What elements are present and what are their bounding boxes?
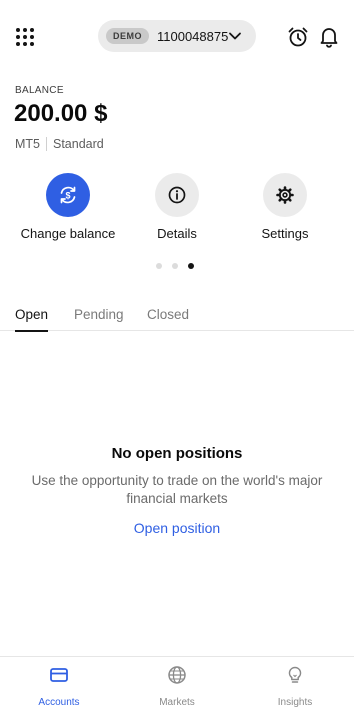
top-bar: DEMO 1100048875 xyxy=(0,18,354,54)
account-actions: $ Change balance Details Settings xyxy=(0,173,354,243)
demo-badge: DEMO xyxy=(106,28,149,44)
grid-menu-icon[interactable] xyxy=(16,28,34,46)
change-balance-label: Change balance xyxy=(20,226,116,241)
nav-accounts[interactable]: Accounts xyxy=(0,665,118,708)
details-label: Details xyxy=(157,226,197,241)
balance-value: 200.00 $ xyxy=(14,100,108,127)
chevron-down-icon xyxy=(229,32,241,40)
change-balance-icon: $ xyxy=(46,173,90,217)
settings-button[interactable]: Settings xyxy=(230,173,340,241)
nav-insights-label: Insights xyxy=(277,697,313,708)
nav-markets-label: Markets xyxy=(159,697,195,708)
positions-tabs: Open Pending Closed xyxy=(0,303,354,332)
bell-icon[interactable] xyxy=(319,26,339,48)
carousel-dot[interactable] xyxy=(156,263,162,269)
open-position-link[interactable]: Open position xyxy=(0,520,354,536)
change-balance-button[interactable]: $ Change balance xyxy=(13,173,123,241)
balance-label: BALANCE xyxy=(15,85,64,96)
globe-icon xyxy=(168,666,186,684)
card-icon xyxy=(50,668,68,682)
tab-pending[interactable]: Pending xyxy=(74,307,124,330)
tab-closed[interactable]: Closed xyxy=(147,307,189,330)
empty-state-title: No open positions xyxy=(111,445,243,462)
account-kind-label: Standard xyxy=(53,137,104,151)
svg-text:$: $ xyxy=(65,191,70,201)
tab-open[interactable]: Open xyxy=(15,307,49,332)
nav-insights[interactable]: Insights xyxy=(236,665,354,708)
carousel-indicator xyxy=(156,263,204,269)
carousel-dot-active[interactable] xyxy=(188,263,194,269)
info-icon xyxy=(155,173,199,217)
gear-icon xyxy=(263,173,307,217)
nav-markets[interactable]: Markets xyxy=(118,665,236,708)
account-switcher[interactable]: DEMO 1100048875 xyxy=(98,20,256,52)
alarm-clock-icon[interactable] xyxy=(287,26,309,48)
account-number: 1100048875 xyxy=(157,28,229,44)
account-meta: MT5 Standard xyxy=(15,137,104,151)
nav-accounts-label: Accounts xyxy=(38,697,80,708)
meta-divider xyxy=(46,137,47,151)
details-button[interactable]: Details xyxy=(122,173,232,241)
settings-label: Settings xyxy=(261,226,309,241)
lightbulb-icon xyxy=(288,666,302,683)
platform-label: MT5 xyxy=(15,137,40,151)
bottom-nav: Accounts Markets Insights xyxy=(0,656,354,720)
carousel-dot[interactable] xyxy=(172,263,178,269)
empty-state-text: Use the opportunity to trade on the worl… xyxy=(31,473,323,506)
